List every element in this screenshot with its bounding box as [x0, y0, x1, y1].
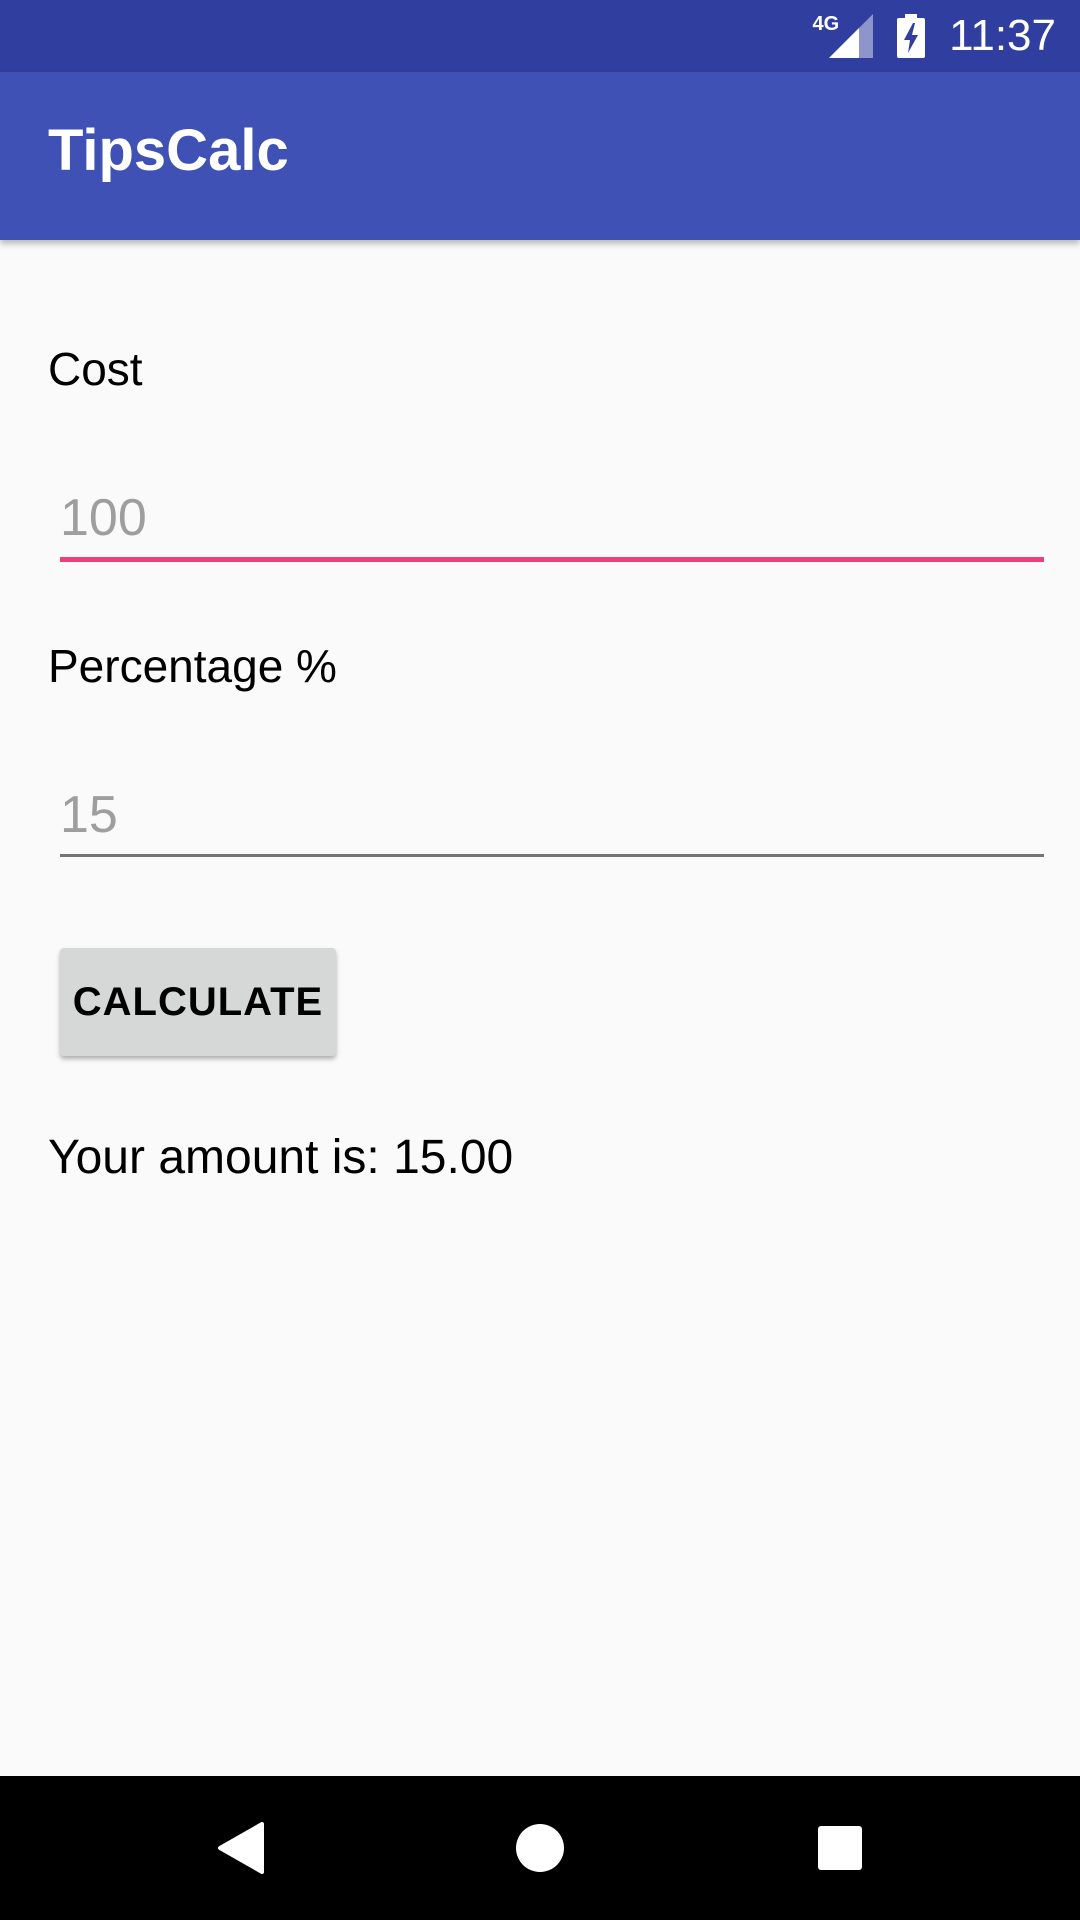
- percentage-label: Percentage %: [48, 640, 337, 692]
- cost-input-underline: [60, 557, 1044, 562]
- status-clock: 11:37: [949, 11, 1056, 60]
- cost-input[interactable]: [60, 478, 1044, 558]
- result-text: Your amount is: 15.00: [48, 1131, 514, 1184]
- navigation-bar: [0, 1776, 1080, 1920]
- app-title: TipsCalc: [48, 118, 289, 183]
- back-icon[interactable]: [210, 1818, 270, 1878]
- status-icons: 4G 11:37: [812, 0, 1056, 72]
- percentage-input-underline: [60, 854, 1044, 857]
- recents-icon[interactable]: [810, 1818, 870, 1878]
- app-bar: TipsCalc: [0, 72, 1080, 240]
- percentage-input[interactable]: [60, 775, 1044, 855]
- cost-label: Cost: [48, 343, 143, 395]
- status-bar: 4G 11:37: [0, 0, 1080, 72]
- home-icon[interactable]: [510, 1818, 570, 1878]
- network-type-label: 4G: [812, 12, 840, 35]
- battery-charging-icon: [897, 14, 926, 58]
- calculate-button[interactable]: CALCULATE: [60, 948, 336, 1056]
